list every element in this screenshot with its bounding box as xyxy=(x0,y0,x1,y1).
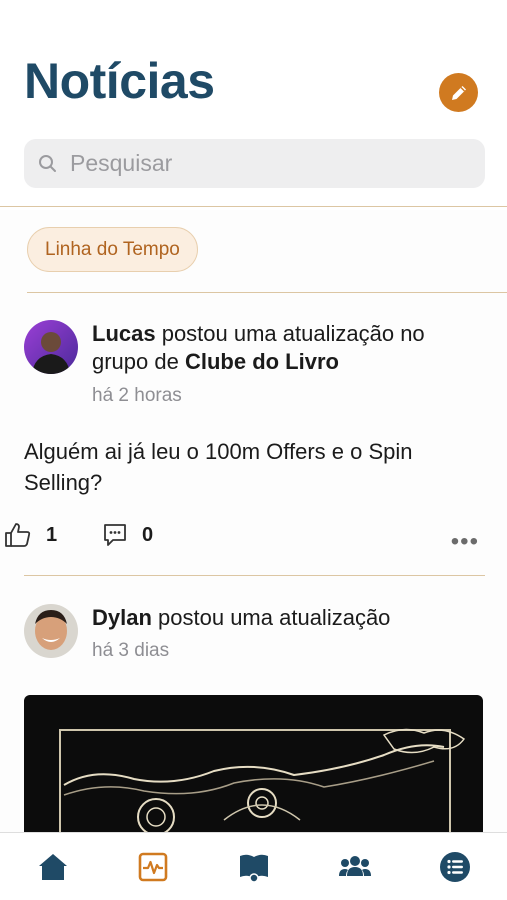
page-title: Notícias xyxy=(24,53,215,109)
filter-timeline[interactable]: Linha do Tempo xyxy=(27,227,198,272)
post-image[interactable] xyxy=(24,695,483,835)
avatar[interactable] xyxy=(24,320,78,374)
tab-courses[interactable] xyxy=(236,849,272,885)
book-icon xyxy=(240,854,268,883)
thumbs-up-icon xyxy=(5,523,31,547)
home-icon xyxy=(39,854,67,880)
groups-icon xyxy=(339,856,371,876)
author-name[interactable]: Dylan xyxy=(92,605,152,630)
post-header: Dylan postou uma atualização xyxy=(92,604,485,632)
tab-groups[interactable] xyxy=(337,849,373,885)
filter-divider xyxy=(27,292,507,293)
activity-icon xyxy=(138,852,168,882)
group-link[interactable]: Clube do Livro xyxy=(185,349,339,374)
tab-home[interactable] xyxy=(35,849,71,885)
pencil-icon xyxy=(451,85,466,100)
tab-activity[interactable] xyxy=(135,849,171,885)
search-input[interactable]: Pesquisar xyxy=(24,139,485,188)
comment-button[interactable]: 0 xyxy=(102,522,153,548)
post-card: Dylan postou uma atualização há 3 dias xyxy=(24,604,485,694)
edit-button[interactable] xyxy=(439,73,478,112)
list-icon xyxy=(440,852,470,882)
header: Notícias Pesquisar xyxy=(0,0,507,210)
avatar[interactable] xyxy=(24,604,78,658)
post-actions: 1 0 ••• xyxy=(4,522,479,555)
post-body: Alguém ai já leu o 100m Offers e o Spin … xyxy=(24,439,413,495)
post-time: há 3 dias xyxy=(92,640,170,661)
post-divider xyxy=(24,575,485,576)
like-button[interactable]: 1 xyxy=(4,522,57,548)
post-time: há 2 horas xyxy=(92,385,182,406)
header-divider xyxy=(0,206,507,207)
author-name[interactable]: Lucas xyxy=(92,321,156,346)
tab-bar xyxy=(0,832,507,900)
post-header: Lucas postou uma atualização no grupo de… xyxy=(92,320,485,376)
tab-menu[interactable] xyxy=(437,849,473,885)
search-icon xyxy=(39,154,56,172)
comment-count: 0 xyxy=(142,523,154,546)
like-count: 1 xyxy=(46,523,58,546)
search-placeholder: Pesquisar xyxy=(70,150,173,176)
post-action: postou uma atualização xyxy=(151,605,391,630)
more-options-icon[interactable]: ••• xyxy=(451,528,479,556)
comment-icon xyxy=(104,524,126,546)
